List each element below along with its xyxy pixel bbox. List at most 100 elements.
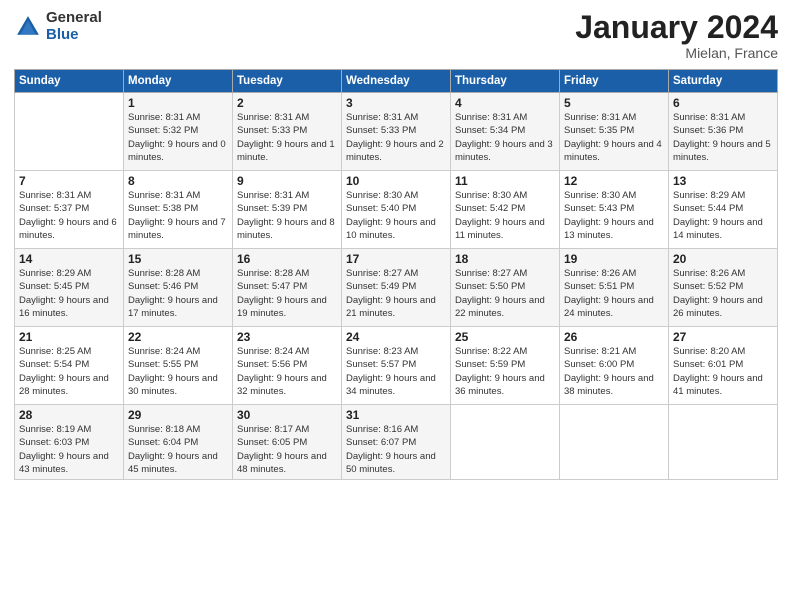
calendar: SundayMondayTuesdayWednesdayThursdayFrid… <box>14 69 778 480</box>
day-cell: 9Sunrise: 8:31 AMSunset: 5:39 PMDaylight… <box>233 171 342 249</box>
day-info: Sunrise: 8:26 AMSunset: 5:51 PMDaylight:… <box>564 267 664 320</box>
day-info: Sunrise: 8:18 AMSunset: 6:04 PMDaylight:… <box>128 423 228 476</box>
day-number: 21 <box>19 330 119 344</box>
day-info: Sunrise: 8:30 AMSunset: 5:42 PMDaylight:… <box>455 189 555 242</box>
day-cell: 27Sunrise: 8:20 AMSunset: 6:01 PMDayligh… <box>669 327 778 405</box>
day-cell: 19Sunrise: 8:26 AMSunset: 5:51 PMDayligh… <box>560 249 669 327</box>
day-cell: 21Sunrise: 8:25 AMSunset: 5:54 PMDayligh… <box>15 327 124 405</box>
day-number: 28 <box>19 408 119 422</box>
day-number: 29 <box>128 408 228 422</box>
day-number: 23 <box>237 330 337 344</box>
day-info: Sunrise: 8:24 AMSunset: 5:56 PMDaylight:… <box>237 345 337 398</box>
day-info: Sunrise: 8:29 AMSunset: 5:44 PMDaylight:… <box>673 189 773 242</box>
day-number: 22 <box>128 330 228 344</box>
day-info: Sunrise: 8:25 AMSunset: 5:54 PMDaylight:… <box>19 345 119 398</box>
day-info: Sunrise: 8:31 AMSunset: 5:33 PMDaylight:… <box>237 111 337 164</box>
day-info: Sunrise: 8:27 AMSunset: 5:49 PMDaylight:… <box>346 267 446 320</box>
day-number: 7 <box>19 174 119 188</box>
day-info: Sunrise: 8:19 AMSunset: 6:03 PMDaylight:… <box>19 423 119 476</box>
day-info: Sunrise: 8:31 AMSunset: 5:39 PMDaylight:… <box>237 189 337 242</box>
day-cell: 7Sunrise: 8:31 AMSunset: 5:37 PMDaylight… <box>15 171 124 249</box>
day-cell: 6Sunrise: 8:31 AMSunset: 5:36 PMDaylight… <box>669 93 778 171</box>
day-info: Sunrise: 8:30 AMSunset: 5:40 PMDaylight:… <box>346 189 446 242</box>
day-info: Sunrise: 8:30 AMSunset: 5:43 PMDaylight:… <box>564 189 664 242</box>
month-title: January 2024 <box>575 10 778 45</box>
title-block: January 2024 Mielan, France <box>575 10 778 61</box>
day-cell: 12Sunrise: 8:30 AMSunset: 5:43 PMDayligh… <box>560 171 669 249</box>
week-row-5: 28Sunrise: 8:19 AMSunset: 6:03 PMDayligh… <box>15 405 778 480</box>
week-row-3: 14Sunrise: 8:29 AMSunset: 5:45 PMDayligh… <box>15 249 778 327</box>
day-number: 10 <box>346 174 446 188</box>
day-number: 14 <box>19 252 119 266</box>
day-cell: 5Sunrise: 8:31 AMSunset: 5:35 PMDaylight… <box>560 93 669 171</box>
weekday-header-thursday: Thursday <box>451 70 560 93</box>
day-number: 27 <box>673 330 773 344</box>
day-cell: 14Sunrise: 8:29 AMSunset: 5:45 PMDayligh… <box>15 249 124 327</box>
day-number: 3 <box>346 96 446 110</box>
day-number: 6 <box>673 96 773 110</box>
day-number: 11 <box>455 174 555 188</box>
day-info: Sunrise: 8:26 AMSunset: 5:52 PMDaylight:… <box>673 267 773 320</box>
week-row-4: 21Sunrise: 8:25 AMSunset: 5:54 PMDayligh… <box>15 327 778 405</box>
day-cell: 23Sunrise: 8:24 AMSunset: 5:56 PMDayligh… <box>233 327 342 405</box>
day-cell: 26Sunrise: 8:21 AMSunset: 6:00 PMDayligh… <box>560 327 669 405</box>
day-number: 31 <box>346 408 446 422</box>
day-info: Sunrise: 8:24 AMSunset: 5:55 PMDaylight:… <box>128 345 228 398</box>
day-number: 20 <box>673 252 773 266</box>
day-number: 9 <box>237 174 337 188</box>
location: Mielan, France <box>575 45 778 61</box>
day-number: 19 <box>564 252 664 266</box>
logo-blue: Blue <box>46 27 102 44</box>
day-number: 1 <box>128 96 228 110</box>
day-cell: 29Sunrise: 8:18 AMSunset: 6:04 PMDayligh… <box>124 405 233 480</box>
day-info: Sunrise: 8:31 AMSunset: 5:34 PMDaylight:… <box>455 111 555 164</box>
day-info: Sunrise: 8:31 AMSunset: 5:35 PMDaylight:… <box>564 111 664 164</box>
weekday-header-monday: Monday <box>124 70 233 93</box>
day-info: Sunrise: 8:29 AMSunset: 5:45 PMDaylight:… <box>19 267 119 320</box>
day-number: 30 <box>237 408 337 422</box>
day-info: Sunrise: 8:21 AMSunset: 6:00 PMDaylight:… <box>564 345 664 398</box>
day-cell: 20Sunrise: 8:26 AMSunset: 5:52 PMDayligh… <box>669 249 778 327</box>
day-cell: 17Sunrise: 8:27 AMSunset: 5:49 PMDayligh… <box>342 249 451 327</box>
day-number: 26 <box>564 330 664 344</box>
day-info: Sunrise: 8:28 AMSunset: 5:47 PMDaylight:… <box>237 267 337 320</box>
day-info: Sunrise: 8:31 AMSunset: 5:32 PMDaylight:… <box>128 111 228 164</box>
weekday-header-row: SundayMondayTuesdayWednesdayThursdayFrid… <box>15 70 778 93</box>
day-cell <box>451 405 560 480</box>
day-number: 4 <box>455 96 555 110</box>
day-cell: 28Sunrise: 8:19 AMSunset: 6:03 PMDayligh… <box>15 405 124 480</box>
day-info: Sunrise: 8:23 AMSunset: 5:57 PMDaylight:… <box>346 345 446 398</box>
day-cell: 22Sunrise: 8:24 AMSunset: 5:55 PMDayligh… <box>124 327 233 405</box>
day-cell: 1Sunrise: 8:31 AMSunset: 5:32 PMDaylight… <box>124 93 233 171</box>
logo-icon <box>14 13 42 41</box>
day-number: 17 <box>346 252 446 266</box>
day-info: Sunrise: 8:31 AMSunset: 5:33 PMDaylight:… <box>346 111 446 164</box>
day-cell: 11Sunrise: 8:30 AMSunset: 5:42 PMDayligh… <box>451 171 560 249</box>
logo-general: General <box>46 10 102 27</box>
day-number: 16 <box>237 252 337 266</box>
day-info: Sunrise: 8:31 AMSunset: 5:37 PMDaylight:… <box>19 189 119 242</box>
day-info: Sunrise: 8:27 AMSunset: 5:50 PMDaylight:… <box>455 267 555 320</box>
weekday-header-tuesday: Tuesday <box>233 70 342 93</box>
page: General Blue January 2024 Mielan, France… <box>0 0 792 612</box>
day-info: Sunrise: 8:31 AMSunset: 5:36 PMDaylight:… <box>673 111 773 164</box>
day-number: 25 <box>455 330 555 344</box>
day-number: 15 <box>128 252 228 266</box>
day-number: 24 <box>346 330 446 344</box>
day-info: Sunrise: 8:16 AMSunset: 6:07 PMDaylight:… <box>346 423 446 476</box>
day-number: 2 <box>237 96 337 110</box>
week-row-2: 7Sunrise: 8:31 AMSunset: 5:37 PMDaylight… <box>15 171 778 249</box>
day-cell: 16Sunrise: 8:28 AMSunset: 5:47 PMDayligh… <box>233 249 342 327</box>
day-cell: 18Sunrise: 8:27 AMSunset: 5:50 PMDayligh… <box>451 249 560 327</box>
day-info: Sunrise: 8:22 AMSunset: 5:59 PMDaylight:… <box>455 345 555 398</box>
day-cell <box>560 405 669 480</box>
week-row-1: 1Sunrise: 8:31 AMSunset: 5:32 PMDaylight… <box>15 93 778 171</box>
day-number: 5 <box>564 96 664 110</box>
day-info: Sunrise: 8:28 AMSunset: 5:46 PMDaylight:… <box>128 267 228 320</box>
day-cell <box>669 405 778 480</box>
day-cell: 31Sunrise: 8:16 AMSunset: 6:07 PMDayligh… <box>342 405 451 480</box>
day-number: 18 <box>455 252 555 266</box>
weekday-header-wednesday: Wednesday <box>342 70 451 93</box>
day-info: Sunrise: 8:20 AMSunset: 6:01 PMDaylight:… <box>673 345 773 398</box>
day-cell: 2Sunrise: 8:31 AMSunset: 5:33 PMDaylight… <box>233 93 342 171</box>
